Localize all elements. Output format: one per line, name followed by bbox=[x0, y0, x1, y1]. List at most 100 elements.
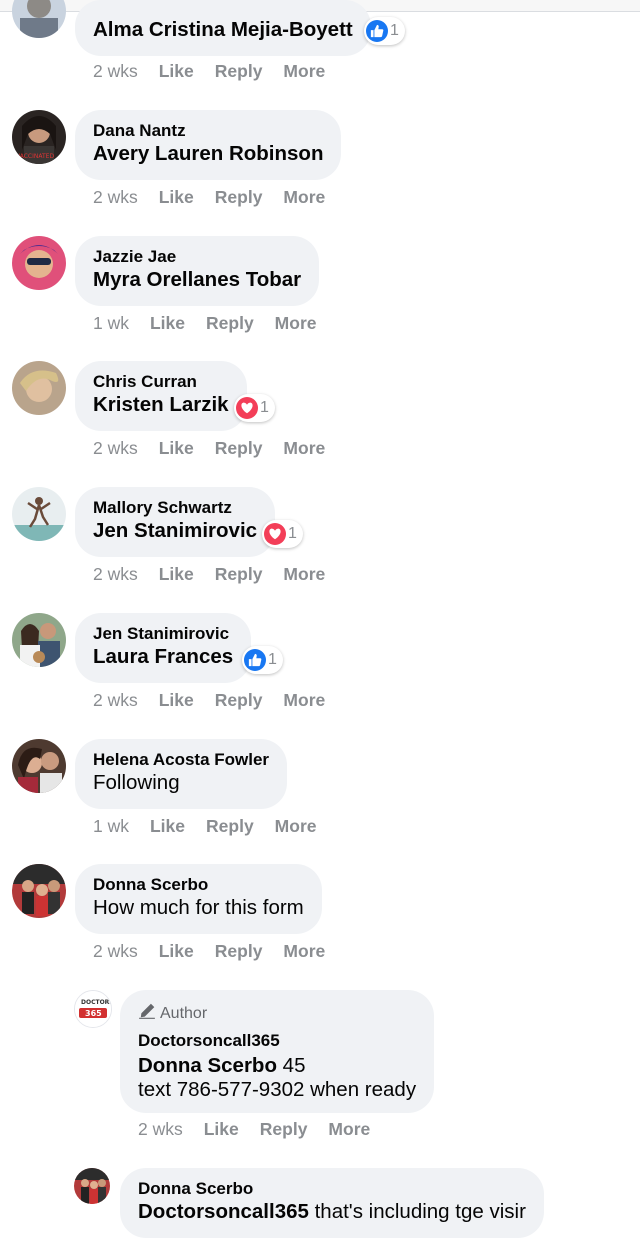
comment-text: Laura Frances bbox=[93, 644, 233, 670]
reply-button[interactable]: Reply bbox=[260, 1119, 308, 1140]
comment-time: 2 wks bbox=[93, 941, 138, 961]
reaction-count-label: 1 bbox=[260, 399, 269, 416]
like-reaction-icon bbox=[244, 649, 266, 671]
svg-text:DOCTORS: DOCTORS bbox=[81, 999, 111, 1006]
comment-time: 2 wks bbox=[93, 187, 138, 207]
more-button[interactable]: More bbox=[275, 816, 317, 837]
comment-actions: 2 wks Like Reply More bbox=[93, 61, 346, 82]
more-button[interactable]: More bbox=[275, 313, 317, 334]
like-button[interactable]: Like bbox=[150, 816, 185, 837]
reaction-count[interactable]: 1 bbox=[242, 646, 283, 674]
avatar[interactable] bbox=[12, 739, 66, 793]
tagged-user[interactable]: Laura Frances bbox=[93, 645, 233, 668]
like-button[interactable]: Like bbox=[159, 564, 194, 585]
love-reaction-icon bbox=[236, 397, 258, 419]
comment-bubble: Helena Acosta Fowler Following bbox=[75, 739, 288, 809]
like-button[interactable]: Like bbox=[159, 187, 194, 208]
reply-button[interactable]: Reply bbox=[215, 941, 263, 962]
reply-button[interactable]: Reply bbox=[215, 61, 263, 82]
reaction-count-label: 1 bbox=[268, 651, 277, 668]
like-button[interactable]: Like bbox=[204, 1119, 239, 1140]
more-button[interactable]: More bbox=[283, 187, 325, 208]
reply-button[interactable]: Reply bbox=[215, 564, 263, 585]
tagged-user[interactable]: Myra Orellanes Tobar bbox=[93, 268, 301, 291]
comment-author[interactable]: Mallory Schwartz bbox=[93, 497, 257, 518]
comment-author[interactable]: Donna Scerbo bbox=[93, 874, 304, 895]
like-button[interactable]: Like bbox=[159, 438, 194, 459]
svg-text:VACCINATED: VACCINATED bbox=[16, 153, 54, 160]
comment-bubble: Dana Nantz Avery Lauren Robinson bbox=[75, 110, 342, 180]
reply-button[interactable]: Reply bbox=[215, 438, 263, 459]
comment-text: Alma Cristina Mejia-Boyett bbox=[93, 18, 353, 41]
avatar[interactable] bbox=[12, 361, 66, 415]
comment-text: Avery Lauren Robinson bbox=[93, 141, 323, 167]
tagged-user[interactable]: Doctorsoncall365 bbox=[138, 1200, 309, 1223]
reply-bubble: Author Doctorsoncall365 Donna Scerbo 45 … bbox=[120, 990, 435, 1113]
comment-author[interactable]: Helena Acosta Fowler bbox=[93, 749, 269, 770]
reaction-count[interactable]: 1 bbox=[234, 394, 275, 422]
avatar[interactable]: VACCINATED bbox=[12, 110, 66, 164]
comment-text: Kristen Larzik bbox=[93, 392, 229, 418]
comment-text: Doctorsoncall365 that's including tge vi… bbox=[138, 1199, 526, 1225]
comment-time: 2 wks bbox=[93, 438, 138, 458]
reaction-count[interactable]: 1 bbox=[262, 520, 303, 548]
like-reaction-icon bbox=[366, 20, 388, 42]
comment-actions: 1 wk Like Reply More bbox=[93, 816, 337, 837]
like-button[interactable]: Like bbox=[159, 941, 194, 962]
comment-time: 2 wks bbox=[93, 564, 138, 584]
tagged-user[interactable]: Donna Scerbo bbox=[138, 1054, 277, 1077]
like-button[interactable]: Like bbox=[159, 690, 194, 711]
more-button[interactable]: More bbox=[283, 438, 325, 459]
tagged-user[interactable]: Jen Stanimirovic bbox=[93, 519, 257, 542]
tagged-user[interactable]: Kristen Larzik bbox=[93, 393, 229, 416]
more-button[interactable]: More bbox=[283, 564, 325, 585]
author-badge: Author bbox=[138, 1002, 416, 1026]
comment-actions: 2 wks Like Reply More bbox=[93, 187, 346, 208]
comment-author[interactable]: Jen Stanimirovic bbox=[93, 623, 233, 644]
comment-time: 2 wks bbox=[93, 61, 138, 81]
avatar[interactable] bbox=[12, 236, 66, 290]
more-button[interactable]: More bbox=[283, 61, 325, 82]
avatar[interactable] bbox=[12, 0, 66, 38]
comment-bubble: Chris Curran Kristen Larzik bbox=[75, 361, 247, 431]
comment-bubble: Alma Cristina Mejia-Boyett bbox=[75, 0, 371, 56]
avatar[interactable] bbox=[12, 487, 66, 541]
reaction-count-label: 1 bbox=[390, 22, 399, 39]
comment-author[interactable]: Dana Nantz bbox=[93, 120, 323, 141]
reply-button[interactable]: Reply bbox=[215, 690, 263, 711]
more-button[interactable]: More bbox=[328, 1119, 370, 1140]
comment-actions: 2 wks Like Reply More bbox=[93, 690, 346, 711]
comment-time: 2 wks bbox=[93, 690, 138, 710]
reply-button[interactable]: Reply bbox=[206, 816, 254, 837]
reaction-count[interactable]: 1 bbox=[364, 17, 405, 45]
pencil-icon bbox=[138, 1002, 156, 1026]
avatar[interactable] bbox=[74, 1168, 110, 1204]
love-reaction-icon bbox=[264, 523, 286, 545]
comment-text-line2: text 786-577-9302 when ready bbox=[138, 1078, 417, 1101]
comment-author[interactable]: Donna Scerbo bbox=[138, 1178, 526, 1199]
comment-bubble: Mallory Schwartz Jen Stanimirovic bbox=[75, 487, 276, 557]
avatar[interactable] bbox=[12, 613, 66, 667]
comment-text: Following bbox=[93, 771, 180, 794]
comment-author[interactable]: Doctorsoncall365 bbox=[138, 1030, 416, 1051]
comment-text: How much for this form bbox=[93, 896, 304, 919]
reply-button[interactable]: Reply bbox=[206, 313, 254, 334]
comment-actions: 2 wks Like Reply More bbox=[93, 941, 346, 962]
comment-time: 2 wks bbox=[138, 1119, 183, 1139]
comment-time: 1 wk bbox=[93, 816, 129, 836]
more-button[interactable]: More bbox=[283, 690, 325, 711]
comment-actions: 2 wks Like Reply More bbox=[93, 438, 346, 459]
like-button[interactable]: Like bbox=[159, 61, 194, 82]
comment-bubble: Jazzie Jae Myra Orellanes Tobar bbox=[75, 236, 320, 306]
like-button[interactable]: Like bbox=[150, 313, 185, 334]
more-button[interactable]: More bbox=[283, 941, 325, 962]
comment-text-part: that's including tge visir bbox=[308, 1200, 526, 1223]
comment-text: Jen Stanimirovic bbox=[93, 518, 257, 544]
tagged-user[interactable]: Avery Lauren Robinson bbox=[93, 142, 323, 165]
avatar[interactable]: DOCTORS 365 bbox=[74, 990, 112, 1028]
avatar[interactable] bbox=[12, 864, 66, 918]
comment-author[interactable]: Chris Curran bbox=[93, 371, 229, 392]
reply-button[interactable]: Reply bbox=[215, 187, 263, 208]
comment-author[interactable]: Jazzie Jae bbox=[93, 246, 301, 267]
comment-actions: 2 wks Like Reply More bbox=[138, 1119, 391, 1140]
